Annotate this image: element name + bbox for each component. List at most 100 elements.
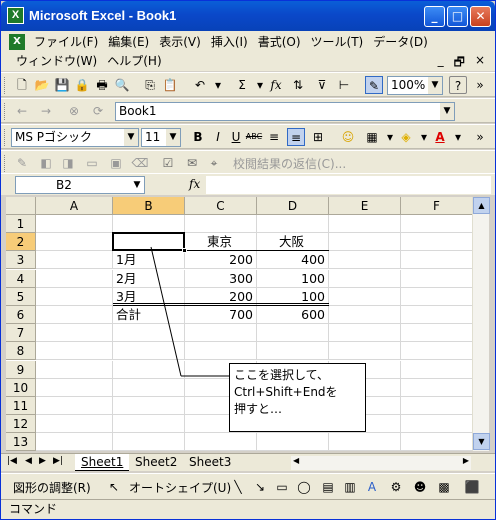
track-changes-icon[interactable]: ☑ [159, 154, 177, 172]
new-comment-icon[interactable]: ✎ [13, 154, 31, 172]
column-header-f[interactable]: F [401, 197, 472, 215]
cell-a6[interactable] [36, 306, 113, 324]
excel-app-icon[interactable]: X [7, 7, 24, 24]
cell-e3[interactable] [329, 251, 401, 270]
print-preview-icon[interactable]: 🔍 [113, 76, 131, 94]
formula-input[interactable] [206, 176, 491, 194]
scroll-left-icon[interactable]: ◀ [293, 456, 299, 465]
cell-e7[interactable] [329, 324, 401, 343]
menu-item[interactable]: 編集(E) [103, 33, 154, 51]
show-all-comments-icon[interactable]: ▣ [107, 154, 125, 172]
doc-restore-button[interactable]: 🗗 [454, 53, 465, 74]
toolbar-options-icon[interactable]: » [471, 76, 489, 94]
toolbar-grip[interactable] [4, 129, 7, 146]
vertical-textbox-icon[interactable]: ▥ [341, 478, 359, 496]
textbox-icon[interactable]: ▤ [319, 478, 337, 496]
row-header-6[interactable]: 6 [6, 306, 36, 324]
row-header-8[interactable]: 8 [6, 342, 36, 361]
toolbar-options-icon[interactable]: » [471, 128, 489, 146]
copy-icon[interactable]: ⎘ [141, 76, 159, 94]
strikethrough-button[interactable]: ABC [245, 128, 263, 146]
cell-f2[interactable] [401, 233, 472, 252]
cell-d2[interactable]: 大阪 [257, 233, 329, 252]
refresh-icon[interactable]: ⟳ [89, 102, 107, 120]
cell-d8[interactable] [257, 342, 329, 361]
horizontal-scrollbar[interactable]: ◀ ▶ [291, 456, 471, 470]
undo-dropdown-icon[interactable]: ▾ [209, 76, 227, 94]
cell-b8[interactable] [113, 342, 185, 361]
vertical-scrollbar[interactable]: ▲ ▼ [472, 197, 490, 451]
show-comment-icon[interactable]: ▭ [83, 154, 101, 172]
fill-handle[interactable] [182, 248, 187, 254]
sheet-tab-sheet3[interactable]: Sheet3 [183, 454, 237, 471]
wordart-icon[interactable]: A [363, 478, 381, 496]
cell-e6[interactable] [329, 306, 401, 324]
toolbar-grip[interactable] [4, 155, 7, 172]
chevron-down-icon[interactable]: ▼ [440, 103, 454, 120]
prev-comment-icon[interactable]: ◧ [37, 154, 55, 172]
cell-f5[interactable] [401, 288, 472, 306]
cell-f10[interactable] [401, 379, 472, 397]
row-header-5[interactable]: 5 [6, 287, 36, 306]
menu-item[interactable]: 表示(V) [154, 33, 206, 51]
font-name-combo[interactable]: MS Pゴシック ▼ [11, 128, 139, 147]
row-header-12[interactable]: 12 [6, 415, 36, 434]
back-icon[interactable]: ← [13, 102, 31, 120]
cell-d1[interactable] [257, 215, 329, 233]
insert-function-icon[interactable]: fx [267, 76, 285, 94]
cell-a4[interactable] [36, 269, 113, 288]
line-icon[interactable]: ╲ [229, 478, 247, 496]
borders-icon[interactable]: ▦ [363, 128, 381, 146]
column-header-b[interactable]: B [113, 197, 185, 215]
cell-c2[interactable]: 東京 [185, 233, 257, 252]
close-button[interactable]: ✕ [470, 6, 491, 27]
cell-d4[interactable]: 100 [257, 269, 329, 288]
cell-b3[interactable]: 1月 [113, 251, 185, 270]
toolbar-grip[interactable] [4, 103, 7, 120]
document-icon[interactable]: X [9, 34, 25, 50]
permission-icon[interactable]: 🔒 [73, 76, 91, 94]
cell-e8[interactable] [329, 342, 401, 361]
first-sheet-icon[interactable]: |◀ [7, 456, 17, 466]
cell-a9[interactable] [36, 360, 113, 379]
title-bar[interactable]: X Microsoft Excel - Book1 _ □ ✕ [1, 1, 495, 31]
select-all-corner[interactable] [6, 197, 36, 215]
row-header-10[interactable]: 10 [6, 378, 36, 397]
maximize-button[interactable]: □ [447, 6, 468, 27]
align-left-icon[interactable]: ≡ [265, 128, 283, 146]
cell-b4[interactable]: 2月 [113, 269, 185, 288]
column-header-e[interactable]: E [329, 197, 401, 215]
align-center-icon[interactable]: ≡ [287, 128, 305, 146]
cell-a7[interactable] [36, 324, 113, 343]
sheet-tab-sheet2[interactable]: Sheet2 [129, 454, 183, 471]
autofilter-icon[interactable]: ⊽ [313, 76, 331, 94]
name-box[interactable]: B2 ▼ [15, 176, 145, 194]
font-color-icon[interactable]: A [431, 128, 449, 146]
cell-a8[interactable] [36, 342, 113, 361]
autosum-icon[interactable]: Σ [233, 76, 251, 94]
cell-c6[interactable]: 700 [185, 306, 257, 324]
font-color-dropdown-icon[interactable]: ▾ [449, 128, 467, 146]
scroll-up-icon[interactable]: ▲ [473, 197, 490, 214]
fx-icon[interactable]: fx [189, 177, 200, 191]
cell-d13[interactable] [257, 433, 329, 451]
sort-ascending-icon[interactable]: ⇅ [289, 76, 307, 94]
undo-icon[interactable]: ↶ [191, 76, 209, 94]
new-icon[interactable]: 🗋 [13, 76, 31, 94]
menu-item[interactable]: ヘルプ(H) [102, 52, 166, 70]
row-header-7[interactable]: 7 [6, 324, 36, 343]
row-header-1[interactable]: 1 [6, 215, 36, 233]
cell-a11[interactable] [36, 397, 113, 415]
cell-e1[interactable] [329, 215, 401, 233]
cell-d3[interactable]: 400 [257, 251, 329, 270]
bold-button[interactable]: B [189, 128, 207, 146]
save-icon[interactable]: 💾 [53, 76, 71, 94]
forward-icon[interactable]: → [37, 102, 55, 120]
next-comment-icon[interactable]: ◨ [59, 154, 77, 172]
menu-item[interactable]: 挿入(I) [206, 33, 253, 51]
cell-b9[interactable] [113, 360, 185, 379]
drawing-toggle-icon[interactable]: ✎ [365, 76, 383, 94]
row-header-9[interactable]: 9 [6, 360, 36, 379]
send-mail-icon[interactable]: ✉ [183, 154, 201, 172]
minimize-button[interactable]: _ [424, 6, 445, 27]
